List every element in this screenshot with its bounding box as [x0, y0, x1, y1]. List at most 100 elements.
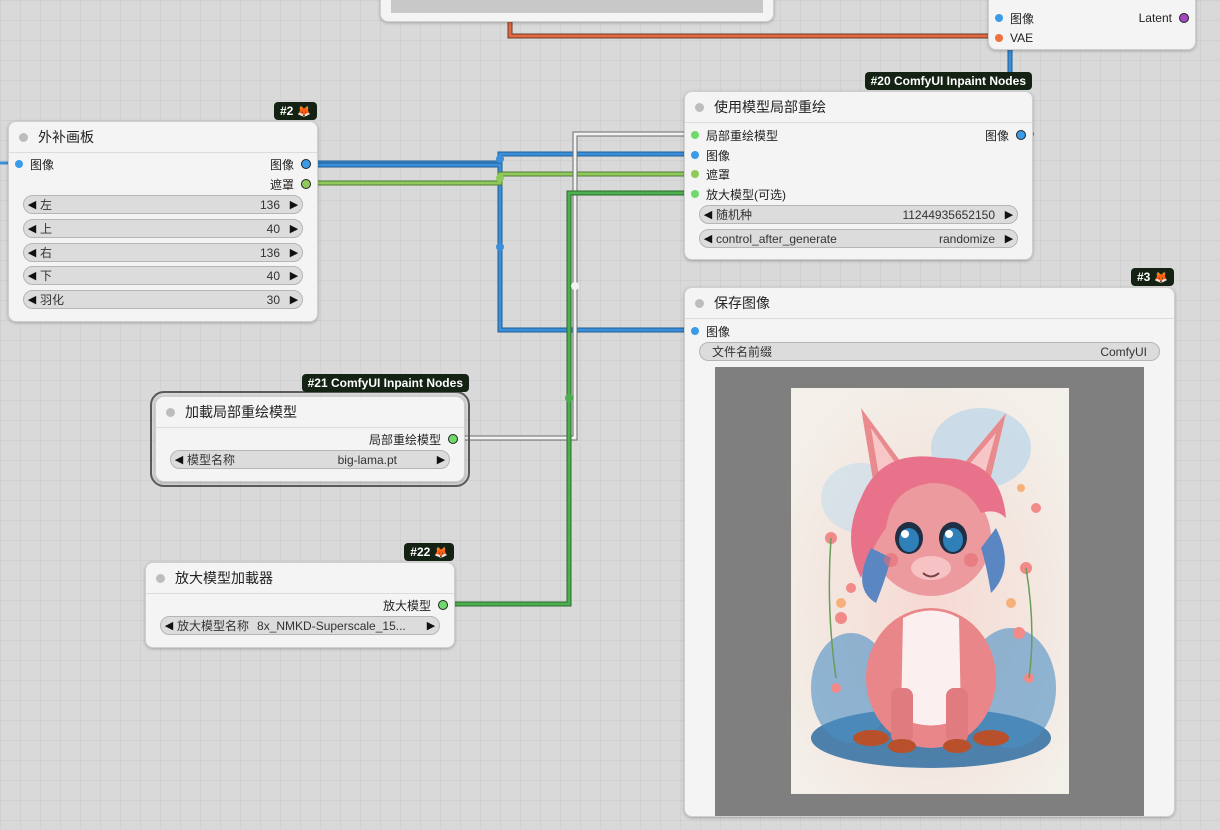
vae-decode-node[interactable]: 图像 VAE Latent: [988, 0, 1196, 50]
decrement-arrow-icon[interactable]: ◀: [24, 293, 40, 306]
decrement-arrow-icon[interactable]: ◀: [700, 208, 716, 221]
upscale-model-loader-node[interactable]: #22 🦊 放大模型加載器 放大模型 ◀ 放大模型名称 8x_NMKD-Super…: [145, 543, 455, 648]
decrement-arrow-icon[interactable]: ◀: [24, 222, 40, 235]
input-slot-image[interactable]: 图像: [15, 154, 54, 174]
widget-upscale-model-name[interactable]: ◀ 放大模型名称 8x_NMKD-Superscale_15... ▶: [160, 616, 440, 635]
decrement-arrow-icon[interactable]: ◀: [700, 232, 716, 245]
widget-label: 文件名前缀: [712, 345, 773, 359]
slot-dot-icon: [995, 14, 1003, 22]
increment-arrow-icon[interactable]: ▶: [423, 619, 439, 632]
node-badge: #22 🦊: [404, 543, 454, 561]
increment-arrow-icon[interactable]: ▶: [286, 269, 302, 282]
load-inpaint-model-node[interactable]: #21 ComfyUI Inpaint Nodes 加載局部重绘模型 局部重绘模…: [150, 374, 470, 487]
output-slot-latent[interactable]: Latent: [1139, 8, 1189, 28]
fox-icon: 🦊: [434, 546, 448, 559]
slot-label: 放大模型(可选): [706, 187, 786, 202]
slot-label: 图像: [30, 157, 55, 172]
collapse-dot-icon[interactable]: [156, 573, 165, 583]
increment-arrow-icon[interactable]: ▶: [433, 453, 449, 466]
widget-bottom[interactable]: ◀ 下 40 ▶: [23, 266, 303, 285]
slot-label: VAE: [1010, 31, 1034, 45]
partial-node-preview: [391, 0, 763, 13]
fox-icon: 🦊: [297, 105, 311, 118]
decrement-arrow-icon[interactable]: ◀: [24, 269, 40, 282]
node-title[interactable]: 使用模型局部重绘: [685, 92, 1032, 123]
node-title[interactable]: 保存图像: [685, 288, 1174, 319]
partial-node-top-center[interactable]: [380, 0, 774, 22]
widget-left[interactable]: ◀ 左 136 ▶: [23, 195, 303, 214]
node-title[interactable]: 放大模型加載器: [146, 563, 454, 594]
save-image-node[interactable]: #3 🦊 保存图像 图像 文件名前缀 ComfyUI: [684, 268, 1175, 817]
inpaint-with-model-node[interactable]: #20 ComfyUI Inpaint Nodes 使用模型局部重绘 局部重绘模…: [684, 72, 1033, 260]
node-title[interactable]: 加載局部重绘模型: [156, 397, 464, 428]
inpaint-model-link: [462, 131, 690, 441]
increment-arrow-icon[interactable]: ▶: [1001, 208, 1017, 221]
increment-arrow-icon[interactable]: ▶: [1001, 232, 1017, 245]
widget-label: 右: [40, 246, 53, 260]
output-slot-mask[interactable]: 遮罩: [270, 174, 311, 194]
widget-value: 30: [266, 292, 280, 307]
decrement-arrow-icon[interactable]: ◀: [161, 619, 177, 632]
slot-label: 图像: [269, 157, 294, 172]
node-badge: #20 ComfyUI Inpaint Nodes: [864, 72, 1032, 90]
input-slot-vae[interactable]: VAE: [995, 28, 1033, 48]
collapse-dot-icon[interactable]: [19, 132, 28, 142]
decrement-arrow-icon[interactable]: ◀: [24, 198, 40, 211]
slot-label: 遮罩: [269, 177, 294, 192]
fox-icon: 🦊: [1154, 271, 1168, 284]
increment-arrow-icon[interactable]: ▶: [286, 222, 302, 235]
decrement-arrow-icon[interactable]: ◀: [24, 246, 40, 259]
outpaint-canvas-node[interactable]: #2 🦊 外补画板 图像 图像 遮罩 ◀ 左 136 ▶ ◀ 上 40 ▶ ◀ 右…: [8, 102, 318, 322]
input-slot-mask[interactable]: 遮罩: [691, 164, 730, 184]
slot-dot-icon: [438, 600, 448, 610]
decrement-arrow-icon[interactable]: ◀: [171, 453, 187, 466]
node-title[interactable]: 外补画板: [9, 122, 317, 153]
widget-seed[interactable]: ◀ 随机种 11244935652150 ▶: [699, 205, 1018, 224]
input-slot-image[interactable]: 图像: [691, 145, 730, 165]
increment-arrow-icon[interactable]: ▶: [286, 293, 302, 306]
image-link-outpaint-save: [316, 162, 690, 333]
widget-feathering[interactable]: ◀ 羽化 30 ▶: [23, 290, 303, 309]
input-slot-inpaint-model[interactable]: 局部重绘模型: [691, 125, 778, 145]
output-slot-upscale-model[interactable]: 放大模型: [383, 595, 448, 615]
node-title-text: 加載局部重绘模型: [185, 404, 297, 420]
widget-label: 下: [40, 269, 53, 283]
slot-label: Latent: [1138, 11, 1172, 25]
widget-label: 放大模型名称: [177, 619, 250, 633]
node-title-text: 外补画板: [38, 129, 94, 145]
widget-value: 40: [266, 268, 280, 283]
slot-label: 图像: [706, 324, 731, 339]
widget-top[interactable]: ◀ 上 40 ▶: [23, 219, 303, 238]
input-slot-image[interactable]: 图像: [691, 321, 730, 341]
node-badge: #3 🦊: [1130, 268, 1174, 286]
widget-label: 随机种: [716, 208, 753, 222]
slot-label: 图像: [1010, 11, 1035, 26]
widget-value: ComfyUI: [1100, 344, 1147, 359]
pony-illustration-icon: [791, 388, 1069, 794]
filename-prefix-field[interactable]: 文件名前缀 ComfyUI: [699, 342, 1160, 361]
node-title-text: 使用模型局部重绘: [714, 99, 826, 115]
collapse-dot-icon[interactable]: [695, 298, 704, 308]
widget-value: big-lama.pt: [337, 452, 397, 467]
output-slot-image[interactable]: 图像: [985, 125, 1026, 145]
slot-label: 放大模型: [382, 598, 431, 613]
widget-value: 11244935652150: [902, 207, 995, 222]
widget-value: 136: [259, 245, 280, 260]
collapse-dot-icon[interactable]: [166, 407, 175, 417]
image-preview[interactable]: [715, 367, 1144, 816]
increment-arrow-icon[interactable]: ▶: [286, 198, 302, 211]
widget-right[interactable]: ◀ 右 136 ▶: [23, 243, 303, 262]
image-link-outpaint-inpaint: [316, 151, 690, 166]
widget-control-after-generate[interactable]: ◀ control_after_generate randomize ▶: [699, 229, 1018, 248]
input-slot-upscale-model[interactable]: 放大模型(可选): [691, 184, 786, 204]
input-slot-image[interactable]: 图像: [995, 8, 1034, 28]
widget-label: 左: [40, 198, 53, 212]
node-badge: #2 🦊: [273, 102, 317, 120]
slot-dot-icon: [691, 327, 699, 335]
collapse-dot-icon[interactable]: [695, 102, 704, 112]
output-slot-inpaint-model[interactable]: 局部重绘模型: [369, 429, 458, 449]
increment-arrow-icon[interactable]: ▶: [286, 246, 302, 259]
widget-model-name[interactable]: ◀ 模型名称 big-lama.pt ▶: [170, 450, 450, 469]
slot-dot-icon: [301, 179, 311, 189]
output-slot-image[interactable]: 图像: [270, 154, 311, 174]
